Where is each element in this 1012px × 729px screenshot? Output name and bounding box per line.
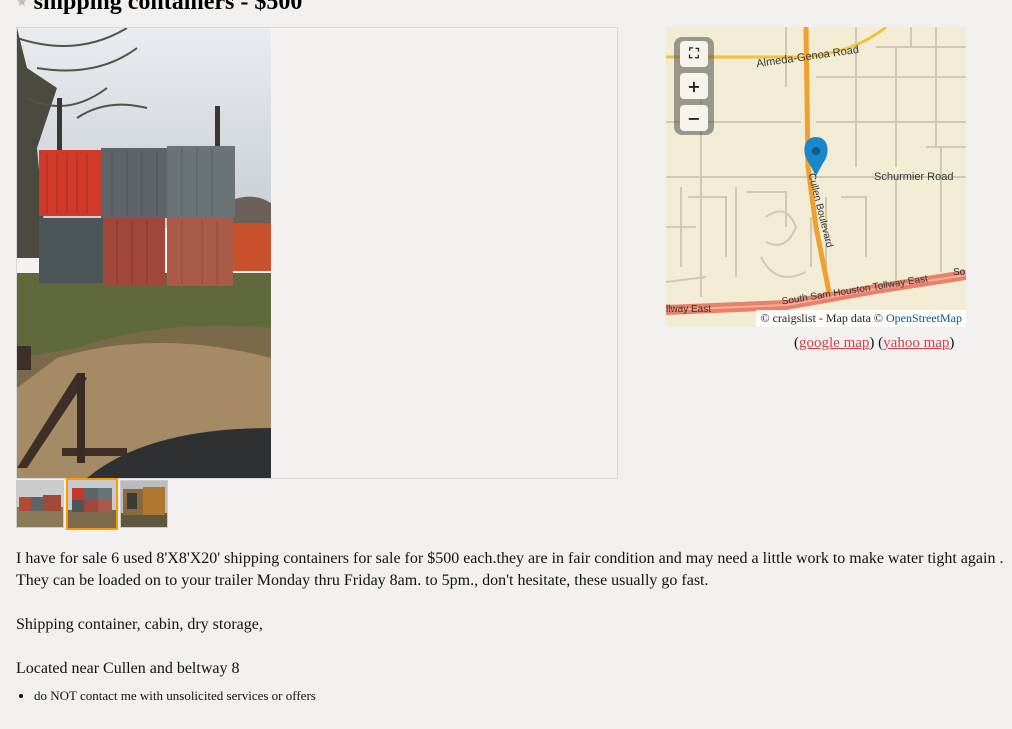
body-paragraph: Located near Cullen and beltway 8 [16,660,240,677]
fullscreen-icon[interactable]: ⛶ [680,41,708,67]
body-paragraph: I have for sale 6 used 8'X8'X20' shippin… [16,550,1004,589]
posting-body: I have for sale 6 used 8'X8'X20' shippin… [16,548,1006,702]
favorite-star-icon[interactable]: ★ [16,0,28,10]
map-label-schurmier: Schurmier Road [874,171,954,183]
location-map[interactable]: Almeda-Genoa Road Schurmier Road Cullen … [666,27,966,327]
thumbnail-1[interactable] [16,480,64,528]
posting-title: shipping containers - $500 [33,0,303,15]
zoom-out-button[interactable]: − [680,105,708,131]
notices-list: do NOT contact me with unsolicited servi… [16,688,316,704]
image-gallery [16,27,618,479]
thumbnail-2[interactable] [66,478,118,530]
thumbnail-strip [16,478,168,530]
map-label-tollway-left: llway East [666,304,712,315]
thumbnail-3[interactable] [120,480,168,528]
openstreetmap-link[interactable]: OpenStreetMap [886,311,962,325]
map-attribution-text: © craigslist - Map data © [760,311,884,325]
map-attribution: © craigslist - Map data © OpenStreetMap [756,310,966,327]
map-links-separator: ) ( [869,335,884,351]
map-label-tollway-right: So [953,267,966,278]
body-paragraph: Shipping container, cabin, dry storage, [16,616,263,633]
main-photo[interactable] [17,28,271,478]
posting-title-row: ★ shipping containers - $500 [16,0,302,16]
notice-item: do NOT contact me with unsolicited servi… [34,688,316,704]
google-map-link[interactable]: google map [799,335,869,351]
map-controls: ⛶ + − [674,37,714,135]
zoom-in-button[interactable]: + [680,73,708,99]
map-links-close-paren: ) [949,335,955,351]
external-map-links: (google map) (yahoo map) [794,335,954,352]
yahoo-map-link[interactable]: yahoo map [883,335,949,351]
